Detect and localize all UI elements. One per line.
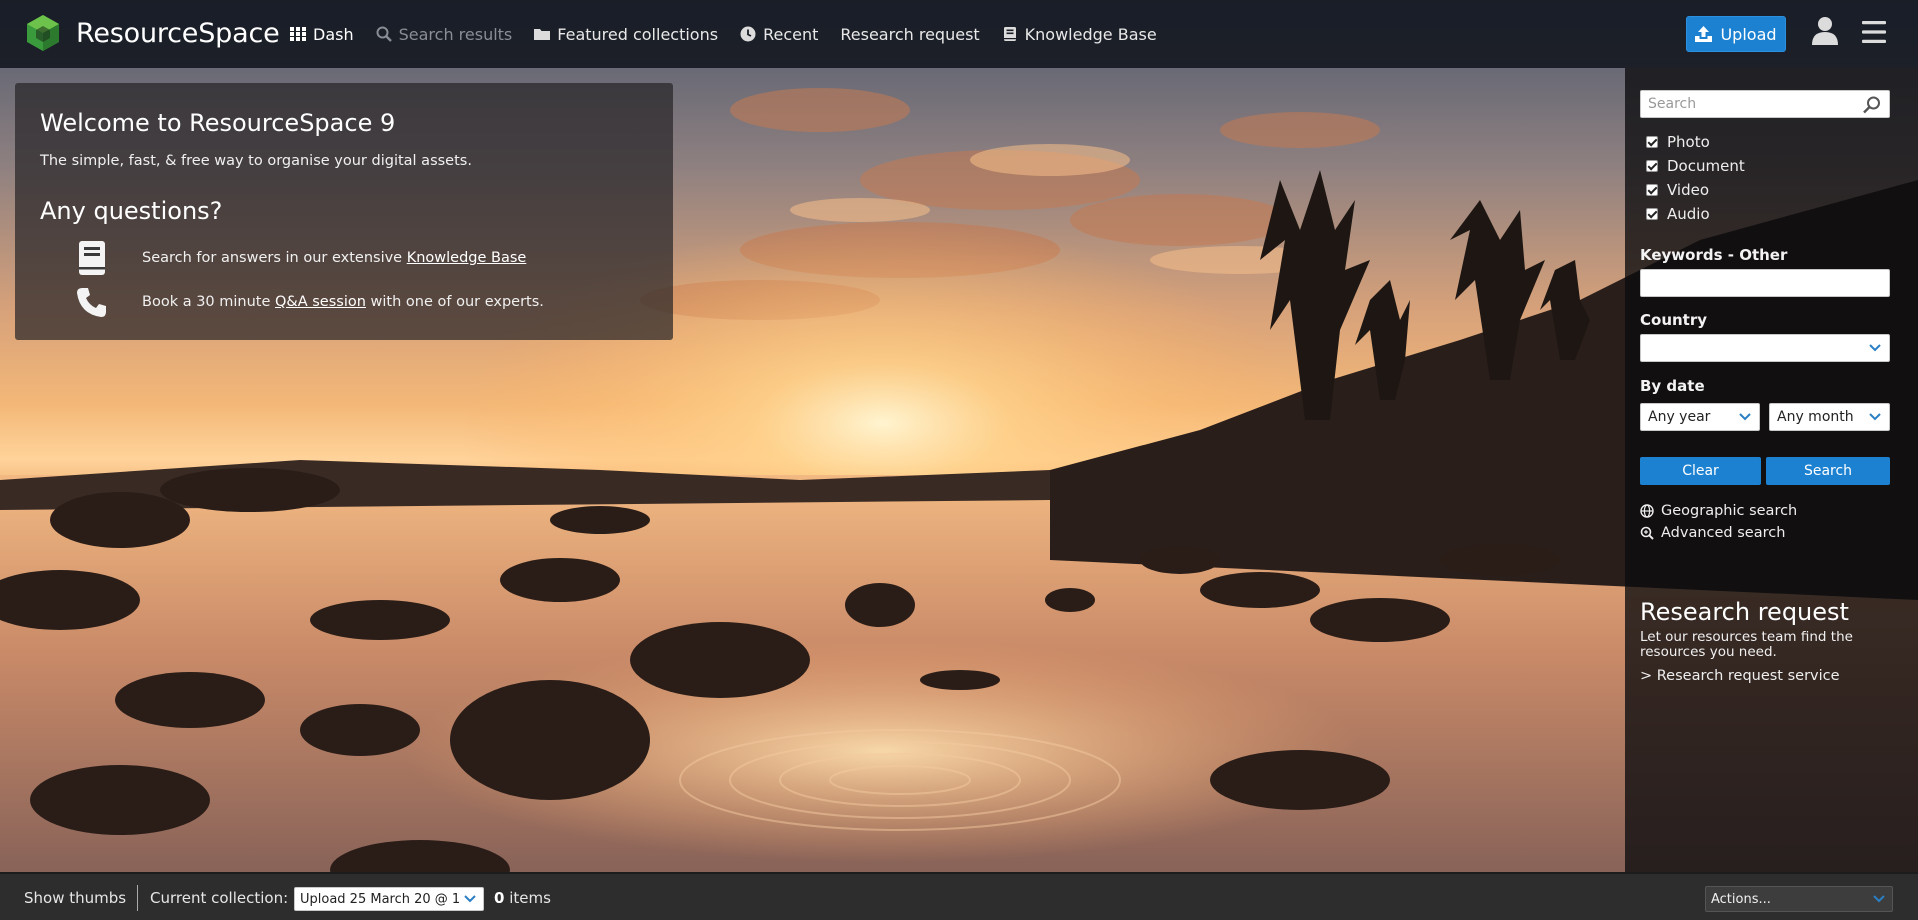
upload-button-label: Upload	[1720, 24, 1777, 44]
year-select[interactable]: Any year	[1640, 403, 1760, 431]
checkbox-photo[interactable]	[1646, 136, 1658, 148]
checkbox-photo-label: Photo	[1667, 133, 1710, 151]
chevron-down-icon	[464, 895, 476, 903]
current-collection-select[interactable]: Upload 25 March 20 @ 1	[294, 887, 484, 911]
app-name: ResourceSpace	[76, 17, 280, 49]
phone-icon	[77, 288, 106, 317]
geographic-search-link[interactable]: Geographic search	[1640, 503, 1797, 519]
research-request-text: Let our resources team find the resource…	[1640, 629, 1853, 660]
nav-recent[interactable]: Recent	[740, 25, 818, 44]
top-header: ResourceSpace Dash Search results Featur…	[0, 0, 1918, 68]
search-sidebar: Search Photo Document Video Audio Keywor…	[1625, 68, 1918, 872]
nav-research-request-label: Research request	[840, 24, 980, 44]
chevron-down-icon	[1873, 895, 1885, 903]
current-collection-label: Current collection:	[150, 889, 289, 907]
checkbox-document[interactable]	[1646, 160, 1658, 172]
month-select-value: Any month	[1777, 409, 1854, 425]
nav-knowledge-base[interactable]: Knowledge Base	[1002, 25, 1157, 44]
qa-session-row: Book a 30 minute Q&A session with one of…	[40, 286, 544, 318]
nav-featured-collections[interactable]: Featured collections	[534, 25, 718, 44]
advanced-search-label: Advanced search	[1661, 525, 1786, 541]
country-label: Country	[1640, 311, 1708, 329]
questions-title: Any questions?	[40, 197, 223, 225]
checkbox-document-row: Document	[1646, 157, 1745, 175]
welcome-title: Welcome to ResourceSpace 9	[40, 109, 396, 137]
nav-search-results-label: Search results	[398, 24, 513, 44]
nav-recent-label: Recent	[763, 24, 819, 44]
welcome-panel: Welcome to ResourceSpace 9 The simple, f…	[15, 83, 673, 340]
item-count-label: items	[504, 889, 551, 907]
bydate-label: By date	[1640, 377, 1705, 395]
chevron-down-icon	[1739, 413, 1751, 421]
globe-icon	[1640, 504, 1654, 518]
upload-button[interactable]: Upload	[1686, 16, 1786, 52]
resourcespace-logo-icon	[27, 15, 59, 51]
divider	[137, 885, 138, 911]
nav-search-results[interactable]: Search results	[376, 24, 513, 44]
checkbox-document-label: Document	[1667, 157, 1745, 175]
kb-prefix-text: Search for answers in our extensive	[142, 250, 407, 266]
item-count-number: 0	[494, 889, 505, 907]
book-icon	[79, 241, 105, 275]
year-select-value: Any year	[1648, 409, 1711, 425]
search-button[interactable]: Search	[1766, 457, 1890, 485]
checkbox-photo-row: Photo	[1646, 133, 1710, 151]
current-collection-value: Upload 25 March 20 @ 1	[300, 892, 461, 907]
advanced-search-icon	[1640, 526, 1654, 540]
checkbox-audio-label: Audio	[1667, 205, 1710, 223]
advanced-search-link[interactable]: Advanced search	[1640, 525, 1785, 541]
search-icon	[376, 26, 392, 42]
hamburger-menu-icon[interactable]	[1862, 20, 1886, 44]
keywords-input[interactable]	[1640, 269, 1890, 297]
welcome-subtitle: The simple, fast, & free way to organise…	[40, 153, 472, 169]
checkbox-video[interactable]	[1646, 184, 1658, 196]
geographic-search-label: Geographic search	[1661, 503, 1798, 519]
knowledge-base-row: Search for answers in our extensive Know…	[40, 241, 526, 275]
search-input[interactable]: Search	[1640, 90, 1890, 118]
checkbox-audio[interactable]	[1646, 208, 1658, 220]
collection-item-count: 0 items	[494, 889, 551, 907]
nav-featured-collections-label: Featured collections	[557, 24, 719, 44]
qa-prefix-text: Book a 30 minute	[142, 294, 275, 310]
upload-icon	[1695, 26, 1713, 42]
user-icon[interactable]	[1812, 16, 1838, 46]
main-nav: Dash Search results Featured collections…	[290, 0, 1179, 68]
book-icon	[1003, 27, 1016, 41]
chevron-down-icon	[1869, 413, 1881, 421]
month-select[interactable]: Any month	[1769, 403, 1890, 431]
knowledge-base-link[interactable]: Knowledge Base	[407, 250, 527, 266]
chevron-down-icon	[1869, 344, 1881, 352]
show-thumbs-toggle[interactable]: Show thumbs	[24, 889, 126, 907]
folder-icon	[534, 29, 551, 40]
nav-dash-label: Dash	[313, 24, 354, 44]
nav-knowledge-base-label: Knowledge Base	[1024, 24, 1157, 44]
nav-dash[interactable]: Dash	[290, 25, 354, 44]
keywords-label: Keywords - Other	[1640, 246, 1788, 264]
research-request-title: Research request	[1640, 598, 1849, 626]
grid-icon	[290, 27, 306, 41]
research-request-service-link[interactable]: > Research request service	[1640, 668, 1840, 684]
clock-icon	[740, 26, 756, 42]
qa-suffix-text: with one of our experts.	[365, 294, 544, 310]
qa-session-link[interactable]: Q&A session	[275, 294, 366, 310]
logo[interactable]: ResourceSpace	[24, 14, 280, 52]
checkbox-video-row: Video	[1646, 181, 1709, 199]
checkbox-video-label: Video	[1667, 181, 1710, 199]
clear-button[interactable]: Clear	[1640, 457, 1761, 485]
search-icon[interactable]	[1862, 95, 1882, 115]
actions-select[interactable]: Actions...	[1705, 886, 1893, 912]
collection-bar: Show thumbs Current collection: Upload 2…	[0, 872, 1918, 920]
actions-select-value: Actions...	[1711, 892, 1771, 907]
checkbox-audio-row: Audio	[1646, 205, 1710, 223]
nav-research-request[interactable]: Research request	[840, 25, 979, 44]
country-select[interactable]	[1640, 334, 1890, 362]
